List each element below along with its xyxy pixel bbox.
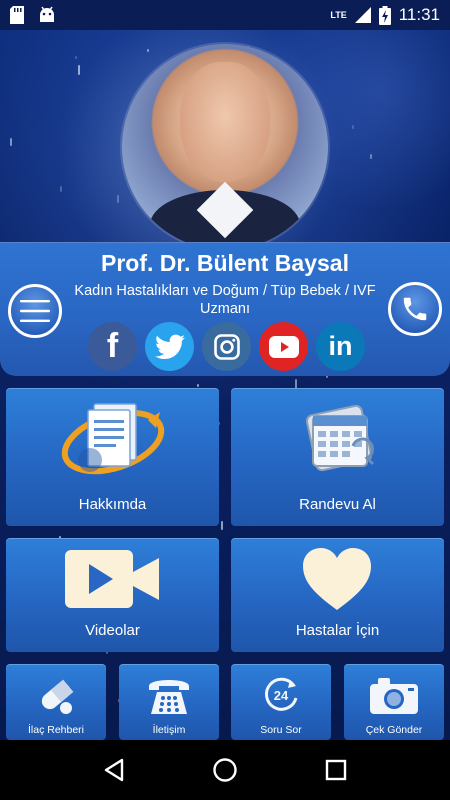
heart-icon <box>303 548 371 610</box>
tile-drug-guide[interactable]: İlaç Rehberi <box>6 664 106 740</box>
facebook-button[interactable]: f <box>88 322 137 371</box>
telephone-icon <box>149 680 189 714</box>
call-button[interactable] <box>388 282 442 336</box>
document-icon <box>61 403 165 475</box>
background-star <box>75 56 77 59</box>
signal-icon <box>354 7 371 23</box>
background-star <box>147 49 149 52</box>
doctor-specialty: Kadın Hastalıkları ve Doğum / Tüp Bebek … <box>74 283 376 317</box>
tile-ask-question[interactable]: 24 Soru Sor <box>231 664 331 740</box>
background-star <box>352 125 354 129</box>
status-bar: LTE 11:31 <box>0 0 450 30</box>
instagram-icon <box>213 333 240 360</box>
social-links: f in <box>88 322 365 371</box>
tile-about-label: Hakkımda <box>78 496 147 513</box>
background-star <box>10 138 12 146</box>
tile-send-photo[interactable]: Çek Gönder <box>344 664 444 740</box>
hamburger-menu-icon <box>20 300 50 322</box>
tile-patients-label: Hastalar İçin <box>295 622 380 639</box>
linkedin-icon: in <box>328 331 353 361</box>
tile-videos-label: Videolar <box>85 622 140 639</box>
facebook-icon: f <box>106 327 119 365</box>
tile-appointment-label: Randevu Al <box>299 496 376 513</box>
background-star <box>197 384 199 387</box>
background-star <box>117 195 119 203</box>
background-star <box>221 521 223 530</box>
profile-photo <box>122 44 328 250</box>
instagram-button[interactable] <box>202 322 251 371</box>
recents-icon[interactable] <box>325 759 347 781</box>
tile-videos[interactable]: Videolar <box>6 538 219 652</box>
navigation-bar <box>0 740 450 800</box>
tile-send-photo-label: Çek Gönder <box>365 724 423 736</box>
battery-charging-icon <box>378 5 391 25</box>
tile-drug-guide-label: İlaç Rehberi <box>27 724 85 736</box>
tile-contact-label: İletişim <box>152 724 186 736</box>
tile-ask-question-label: Soru Sor <box>260 724 302 736</box>
calendar-icon <box>305 404 375 472</box>
24-hours-glyph: 24 <box>274 688 289 703</box>
sd-card-icon <box>10 6 24 24</box>
tile-about[interactable]: Hakkımda <box>6 388 219 526</box>
twitter-icon <box>154 334 185 359</box>
background-star <box>78 65 80 75</box>
android-icon <box>40 6 54 22</box>
tile-patients[interactable]: Hastalar İçin <box>231 538 444 652</box>
tile-appointment[interactable]: Randevu Al <box>231 388 444 526</box>
24-hours-icon: 24 <box>264 677 298 711</box>
linkedin-button[interactable]: in <box>316 322 365 371</box>
pills-icon <box>41 679 74 714</box>
doctor-name: Prof. Dr. Bülent Baysal <box>101 250 349 276</box>
background-star <box>60 186 62 192</box>
network-type-label: LTE <box>330 10 347 20</box>
youtube-icon <box>268 335 299 358</box>
home-icon[interactable] <box>212 757 238 783</box>
photo-face <box>180 62 270 182</box>
twitter-button[interactable] <box>145 322 194 371</box>
clock: 11:31 <box>398 5 440 24</box>
tile-contact[interactable]: İletişim <box>119 664 219 740</box>
background-star <box>370 154 372 159</box>
youtube-button[interactable] <box>259 322 308 371</box>
phone-icon <box>403 297 427 321</box>
video-camera-icon <box>65 550 159 608</box>
menu-button[interactable] <box>8 284 62 338</box>
camera-icon <box>370 678 418 714</box>
back-icon[interactable] <box>103 758 125 782</box>
